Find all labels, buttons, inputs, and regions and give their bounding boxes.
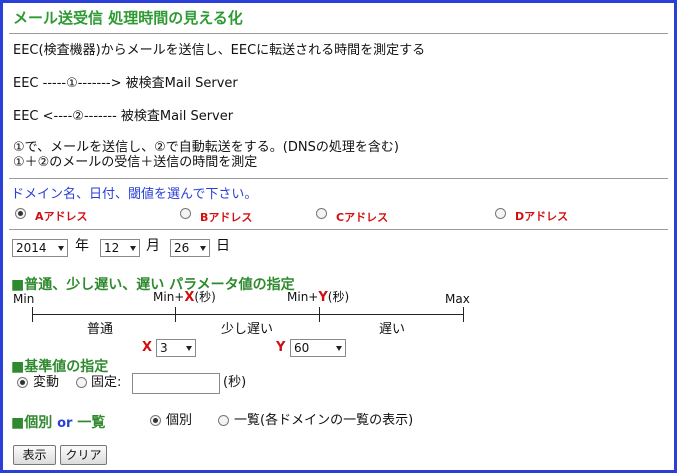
intro-line-2: EEC -----①-------> 被検査Mail Server [13,76,238,91]
month-label: 月 [146,238,160,254]
month-select[interactable]: 12 [100,239,140,257]
scale-axis [32,314,464,315]
scale-miny-label: Min+Y(秒) [287,290,349,305]
baseline-heading: ■基準値の指定 [11,359,109,375]
domain-d-label: Dアドレス [515,210,569,223]
y-param-value: 60 [294,341,310,355]
x-param-label: X [142,340,153,355]
domain-d-radio[interactable] [495,208,506,219]
baseline-fixed-label: 固定: [91,375,122,390]
page-title: メール送受信 処理時間の見える化 [13,9,243,27]
divider [9,33,668,34]
scale-tick [175,307,176,322]
view-heading-or: or [57,416,73,431]
chevron-down-icon [58,246,64,251]
chevron-down-icon [130,246,136,251]
scale-minx-label: Min+X(秒) [153,290,216,305]
domain-prompt: ドメイン名、日付、閾値を選んで下さい。 [11,187,258,202]
day-select[interactable]: 26 [170,239,210,257]
scale-max-label: Max [445,292,470,306]
chevron-down-icon [336,346,342,351]
scale-tick [463,307,464,322]
slow-label: 遅い [379,322,406,337]
intro-line-1: EEC(検査機器)からメールを送信し、EECに転送される時間を測定する [13,43,426,58]
scale-min-label: Min [13,292,35,306]
view-list-radio[interactable] [218,415,229,426]
day-label: 日 [216,238,230,254]
day-value: 26 [174,241,190,255]
year-label: 年 [75,238,89,254]
slightly-slow-label: 少し遅い [221,322,274,337]
baseline-fixed-radio[interactable] [76,377,87,388]
view-individual-radio[interactable] [150,415,161,426]
month-value: 12 [104,241,120,255]
view-list-label: 一覧(各ドメインの一覧の表示) [234,413,414,428]
baseline-unit-label: (秒) [223,375,247,390]
baseline-variable-radio[interactable] [17,377,28,388]
chevron-down-icon [186,346,192,351]
y-param-select[interactable]: 60 [290,339,346,357]
normal-label: 普通 [87,322,114,337]
domain-a-radio[interactable] [15,208,26,219]
domain-c-label: Cアドレス [336,211,389,224]
view-heading-part2: 一覧 [77,415,106,431]
divider [9,178,668,179]
clear-button[interactable]: クリア [60,445,107,465]
display-button[interactable]: 表示 [13,445,56,465]
domain-a-label: Aアドレス [35,210,88,223]
view-heading-part1: ■個別 [11,415,53,431]
scale-tick [319,307,320,322]
year-value: 2014 [16,241,47,255]
x-suffix: (秒) [194,290,216,304]
miny-prefix: Min+ [287,290,319,304]
view-individual-label: 個別 [166,413,193,428]
intro-line-3: EEC <----②------- 被検査Mail Server [13,109,234,124]
domain-c-radio[interactable] [316,208,327,219]
scale-tick [32,307,33,322]
minx-prefix: Min+ [153,290,185,304]
intro-line-4: ①で、メールを送信し、②で自動転送をする。(DNSの処理を含む) [13,140,399,155]
x-param-value: 3 [160,341,168,355]
y-param-label: Y [276,340,286,355]
x-marker: X [184,290,195,305]
x-param-select[interactable]: 3 [156,339,196,357]
y-marker: Y [318,290,328,305]
domain-b-label: Bアドレス [200,211,253,224]
y-suffix: (秒) [327,290,350,304]
divider [9,229,668,230]
baseline-fixed-input[interactable] [132,373,220,394]
intro-line-5: ①＋②のメールの受信＋送信の時間を測定 [13,155,258,170]
app-frame: メール送受信 処理時間の見える化 EEC(検査機器)からメールを送信し、EECに… [0,0,677,473]
domain-b-radio[interactable] [180,208,191,219]
chevron-down-icon [200,246,206,251]
baseline-variable-label: 変動 [33,375,60,390]
year-select[interactable]: 2014 [12,239,68,257]
view-heading: ■個別 or 一覧 [11,412,105,432]
